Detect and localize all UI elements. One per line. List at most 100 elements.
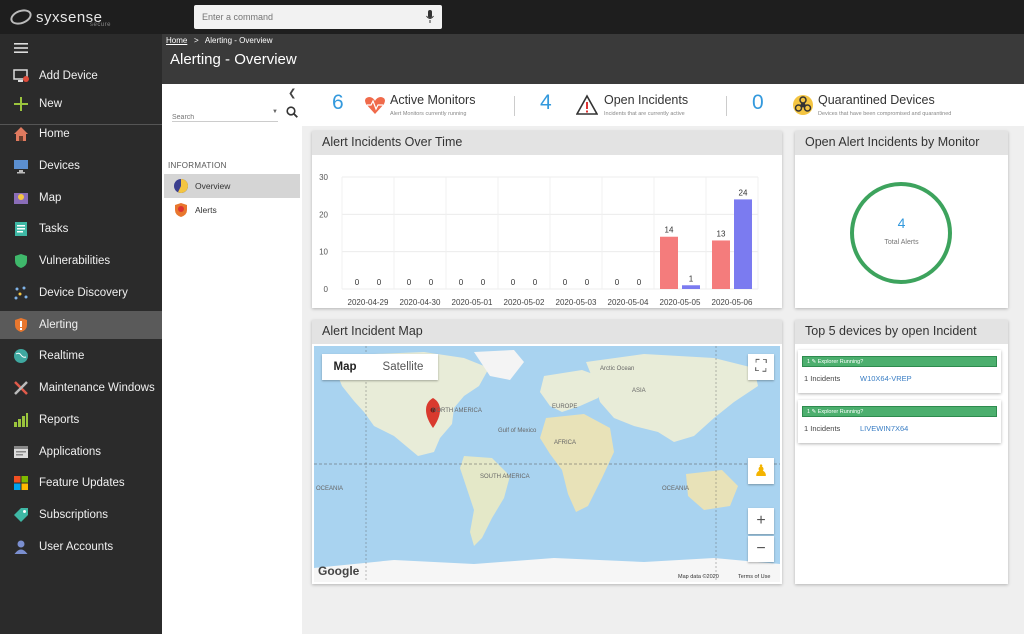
data-label: 0: [377, 278, 382, 287]
data-label: 1: [689, 274, 694, 283]
google-logo[interactable]: Google: [318, 564, 359, 578]
breadcrumb: Home > Alerting - Overview: [166, 36, 273, 45]
stat-desc: Devices that have been compromised and q…: [818, 111, 952, 117]
data-label: 0: [615, 278, 620, 287]
fullscreen-icon[interactable]: ⛶: [748, 354, 774, 380]
sidebar-item-vulnerabilities[interactable]: Vulnerabilities: [0, 247, 162, 275]
data-label: 0: [563, 278, 568, 287]
sidebar: Add Device New Home Devices Map Tasks Vu…: [0, 34, 162, 634]
sidebar-item-label: New: [39, 98, 63, 110]
x-tick-label: 2020-04-29: [348, 298, 389, 307]
card-title: Alert Incidents Over Time: [312, 131, 782, 155]
donut-label: Total Alerts: [884, 239, 919, 246]
biohazard-icon: [793, 95, 813, 115]
nav-item-label: Overview: [195, 181, 231, 191]
breadcrumb-separator: >: [194, 36, 199, 45]
terms-link[interactable]: Terms of Use: [738, 574, 770, 580]
stat-value: 4: [540, 91, 552, 114]
top-bar: syxsense secure: [0, 0, 1024, 34]
syxsense-logo[interactable]: syxsense secure: [8, 6, 111, 28]
data-label: 0: [637, 278, 642, 287]
map-type-toggle[interactable]: Map Satellite: [322, 354, 438, 380]
sidebar-item-label: Home: [39, 128, 70, 140]
x-tick-label: 2020-04-30: [400, 298, 441, 307]
sidebar-item-feature-updates[interactable]: Feature Updates: [0, 469, 162, 497]
map-label: OCEANIA: [662, 486, 690, 492]
sidebar-item-label: Device Discovery: [39, 287, 128, 299]
x-tick-label: 2020-05-05: [660, 298, 701, 307]
street-view-icon[interactable]: ♟: [748, 458, 774, 484]
zoom-out-button[interactable]: −: [748, 536, 774, 562]
microphone-icon[interactable]: [426, 10, 434, 23]
globe-icon: [12, 347, 30, 365]
stat-value: 0: [752, 91, 764, 114]
stat-title: Open Incidents: [604, 93, 689, 107]
device-incident-card[interactable]: 1 ✎ Explorer Running? 1 Incidents LIVEWI…: [798, 400, 1001, 443]
zoom-in-button[interactable]: +: [748, 508, 774, 534]
add-device-icon: [12, 67, 30, 85]
sidebar-item-tasks[interactable]: Tasks: [0, 215, 162, 243]
map-icon: [12, 189, 30, 207]
page-header: Home > Alerting - Overview Alerting - Ov…: [162, 34, 1024, 84]
search-input[interactable]: [172, 114, 267, 121]
bar-chart-icon: [12, 411, 30, 429]
sidebar-item-realtime[interactable]: Realtime: [0, 342, 162, 370]
device-link[interactable]: W10X64-VREP: [860, 374, 912, 383]
shield-icon: [12, 252, 30, 270]
breadcrumb-home-link[interactable]: Home: [166, 36, 187, 45]
alert-badge-icon: [12, 316, 30, 334]
collapse-chevron-icon[interactable]: ❮: [288, 88, 296, 99]
data-label: 0: [533, 278, 538, 287]
applications-icon: [12, 443, 30, 461]
data-label: 24: [739, 188, 748, 197]
map-label: ASIA: [632, 388, 646, 394]
dropdown-arrow-icon[interactable]: ▼: [272, 109, 278, 115]
map-tab[interactable]: Map: [322, 354, 368, 380]
search-box[interactable]: ▼: [172, 106, 278, 122]
warning-icon: [576, 94, 598, 115]
sidebar-item-home[interactable]: Home: [0, 120, 162, 148]
stat-divider: [726, 96, 727, 116]
tag-icon: [12, 506, 30, 524]
donut-ring: [850, 182, 952, 284]
sidebar-item-add-device[interactable]: Add Device: [0, 62, 162, 90]
sidebar-item-label: Alerting: [39, 319, 78, 331]
command-box[interactable]: [194, 5, 442, 29]
south-america-land: [460, 456, 510, 546]
incidents-by-monitor-card: Open Alert Incidents by Monitor 4 Total …: [795, 131, 1008, 308]
nav-item-overview[interactable]: Overview: [164, 174, 300, 198]
search-icon[interactable]: [286, 106, 298, 118]
bar: [660, 236, 678, 289]
command-input[interactable]: [194, 5, 414, 29]
menu-icon[interactable]: [14, 42, 28, 54]
sidebar-item-devices[interactable]: Devices: [0, 152, 162, 180]
sidebar-item-subscriptions[interactable]: Subscriptions: [0, 501, 162, 529]
sidebar-item-device-discovery[interactable]: Device Discovery: [0, 279, 162, 307]
sidebar-item-new[interactable]: New: [0, 90, 162, 118]
sidebar-item-label: Devices: [39, 160, 80, 172]
data-label: 0: [355, 278, 360, 287]
device-link[interactable]: LIVEWIN7X64: [860, 424, 908, 433]
stat-desc: Incidents that are currently active: [604, 111, 685, 117]
continents: [314, 346, 780, 582]
sidebar-item-user-accounts[interactable]: User Accounts: [0, 533, 162, 561]
sidebar-item-reports[interactable]: Reports: [0, 406, 162, 434]
stat-title: Quarantined Devices: [818, 93, 935, 107]
main-area: Home > Alerting - Overview Alerting - Ov…: [162, 34, 1024, 634]
card-title: Open Alert Incidents by Monitor: [795, 131, 1008, 155]
sidebar-item-map[interactable]: Map: [0, 184, 162, 212]
sidebar-item-alerting[interactable]: Alerting: [0, 311, 162, 339]
alert-incidents-chart-card: Alert Incidents Over Time 0 10 20 30 0 0 2020-…: [312, 131, 782, 308]
device-incident-card[interactable]: 1 ✎ Explorer Running? 1 Incidents W10X64…: [798, 350, 1001, 393]
devices-icon: [12, 157, 30, 175]
data-label: 14: [665, 226, 674, 235]
sidebar-item-applications[interactable]: Applications: [0, 438, 162, 466]
nav-item-alerts[interactable]: Alerts: [164, 198, 300, 222]
world-map[interactable]: Map Satellite ⛶ ♟ + − NORTH AMERICA SOUT…: [314, 346, 780, 582]
data-label: 0: [459, 278, 464, 287]
satellite-tab[interactable]: Satellite: [368, 354, 438, 380]
map-label: Arctic Ocean: [600, 366, 635, 372]
map-label: Gulf of Mexico: [498, 428, 537, 434]
sidebar-item-maintenance-windows[interactable]: Maintenance Windows: [0, 374, 162, 402]
stat-title: Active Monitors: [390, 93, 476, 107]
